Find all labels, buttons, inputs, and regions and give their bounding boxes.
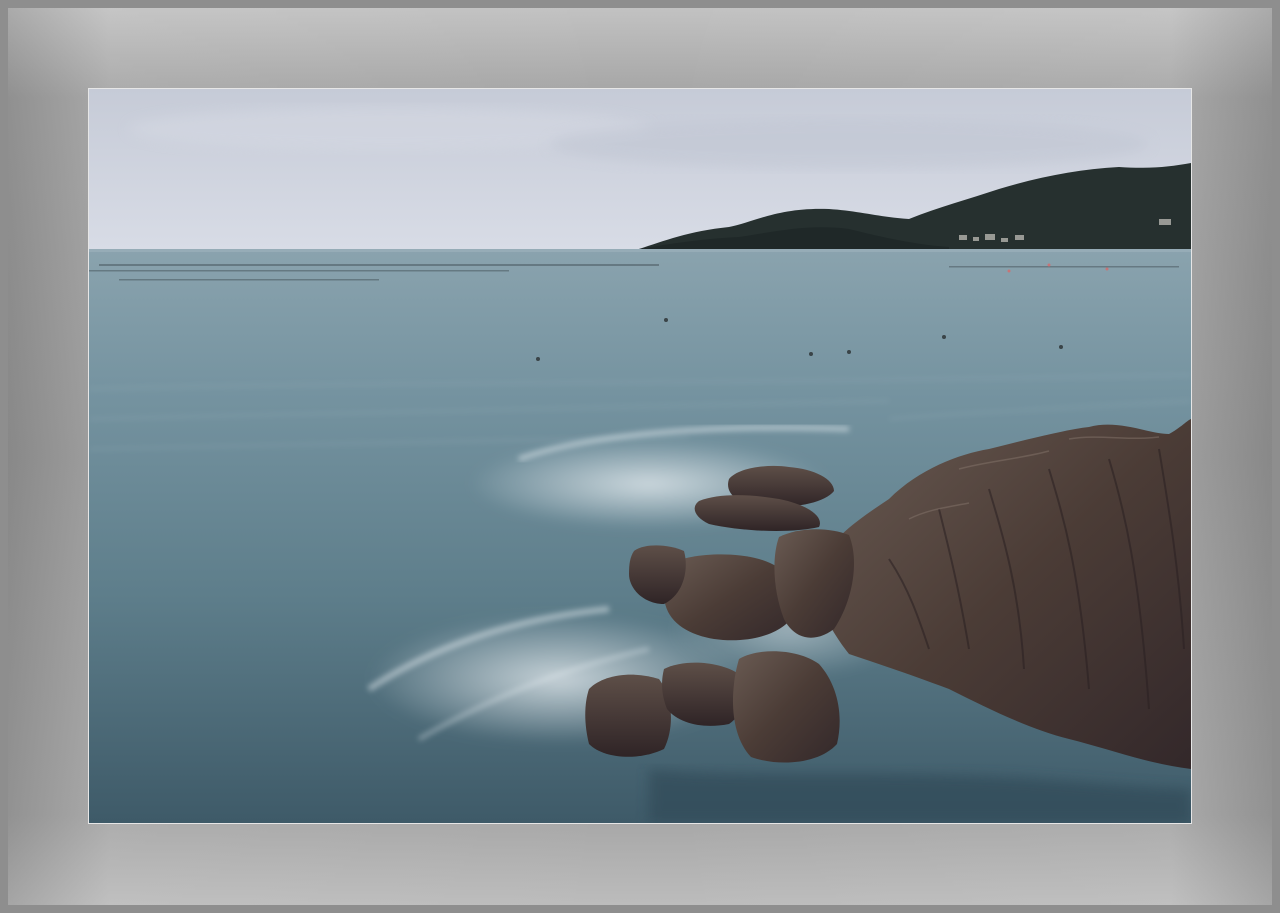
cloud	[549, 119, 1149, 169]
seascape-illustration	[89, 89, 1191, 823]
horizon-line	[89, 249, 1191, 252]
rock	[585, 674, 671, 757]
seascape-photo	[88, 88, 1192, 824]
